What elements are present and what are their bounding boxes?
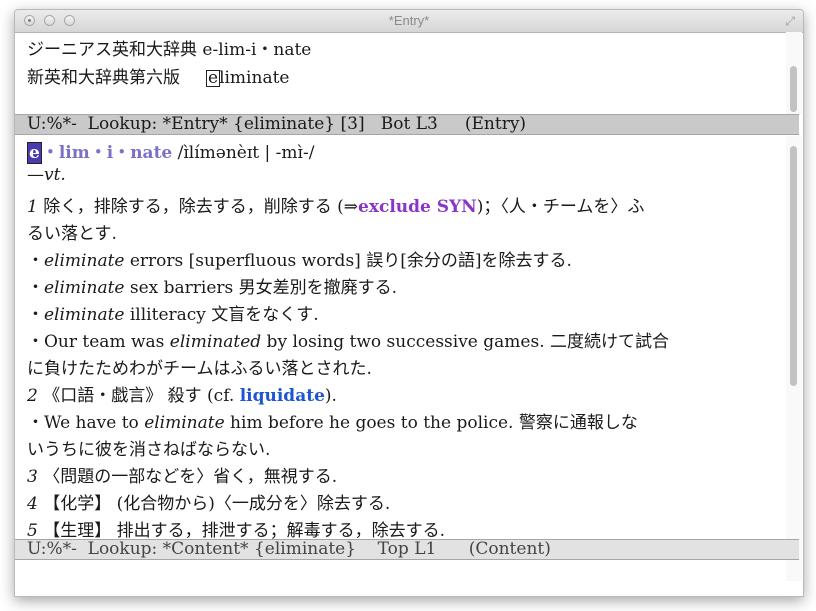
sense-1-cont: るい落とす. bbox=[27, 224, 117, 244]
example-4-cont: に負けたためわがチームはふるい落とされた. bbox=[27, 359, 372, 379]
content-pane[interactable]: e ・lim・i・nate /ɪ̀límənèɪt | -mɪ̀-/ —vt. 1… bbox=[15, 136, 785, 541]
sense-5: 5 【生理】 排出する，排泄する；解毒する，除去する. bbox=[27, 521, 446, 541]
sense-4: 4 【化学】 (化合物から)〈一成分を〉除去する. bbox=[27, 494, 391, 514]
part-of-speech: —vt. bbox=[27, 165, 66, 185]
xref-liquidate-link[interactable]: liquidate bbox=[240, 386, 325, 406]
arrow-icon: ⇒ bbox=[343, 197, 359, 217]
window-title: *Entry* bbox=[388, 13, 430, 28]
example-3: ・eliminate illiteracy 文盲をなくす. bbox=[27, 305, 319, 325]
content-scrollbar[interactable] bbox=[786, 136, 802, 581]
headword: ・lim・i・nate bbox=[41, 143, 173, 163]
example-5: ・We have to eliminate him before he goes… bbox=[27, 413, 638, 433]
sense-1: 1 除く，排除する，除去する，削除する (⇒exclude SYN)；〈人・チー… bbox=[27, 197, 645, 217]
entry-modeline: U:%*- Lookup: *Entry* {eliminate} [3] Bo… bbox=[15, 114, 799, 135]
example-5-cont: いうちに彼を消さねばならない. bbox=[27, 440, 271, 460]
example-4: ・Our team was eliminated by losing two s… bbox=[27, 332, 669, 352]
entry-line-2[interactable]: 新英和大辞典第六版 eliminate bbox=[27, 63, 289, 88]
sense-2: 2 《口語・戯言》 殺す (cf. liquidate). bbox=[27, 386, 337, 406]
entry-scroll-thumb[interactable] bbox=[790, 66, 797, 112]
fullscreen-icon[interactable]: ⤢ bbox=[785, 14, 795, 29]
pronunciation: /ɪ̀límənèɪt | -mɪ̀-/ bbox=[172, 143, 315, 163]
entry-line-2-word: liminate bbox=[219, 68, 290, 88]
xref-exclude-link[interactable]: exclude SYN bbox=[358, 197, 477, 217]
sense-3: 3 〈問題の一部などを〉省く，無視する. bbox=[27, 467, 338, 487]
emacs-window: *Entry* ⤢ ジーニアス英和大辞典 e-lim-i・nate 新英和大辞典… bbox=[14, 9, 804, 597]
text-cursor: e bbox=[206, 68, 221, 88]
entry-line-2-label: 新英和大辞典第六版 bbox=[27, 68, 180, 88]
entry-pane[interactable]: ジーニアス英和大辞典 e-lim-i・nate 新英和大辞典第六版 elimina… bbox=[15, 32, 785, 114]
headword-line: e ・lim・i・nate /ɪ̀límənèɪt | -mɪ̀-/ bbox=[27, 138, 315, 164]
example-1: ・eliminate errors [superfluous words] 誤り… bbox=[27, 251, 572, 271]
content-modeline: U:%*- Lookup: *Content* {eliminate} Top … bbox=[15, 539, 799, 560]
headword-cursor: e bbox=[27, 142, 42, 164]
title-bar: *Entry* ⤢ bbox=[15, 10, 803, 33]
entry-line-1[interactable]: ジーニアス英和大辞典 e-lim-i・nate bbox=[27, 35, 311, 60]
example-2: ・eliminate sex barriers 男女差別を撤廃する. bbox=[27, 278, 398, 298]
content-scroll-thumb[interactable] bbox=[790, 146, 797, 386]
entry-scrollbar[interactable] bbox=[786, 32, 802, 114]
